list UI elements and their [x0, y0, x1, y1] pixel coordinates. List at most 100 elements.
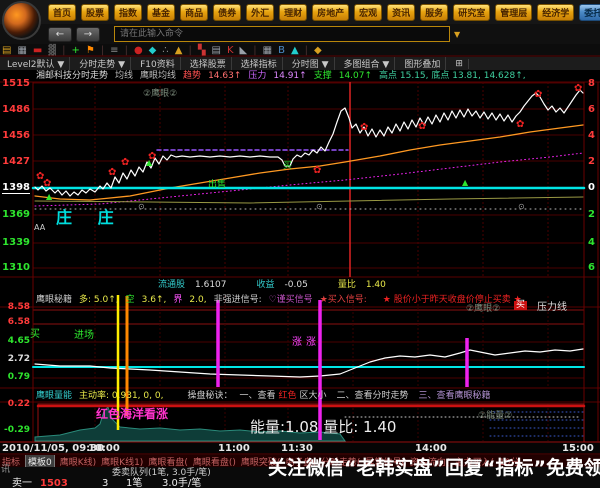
- panel2-axis-label: 6.58: [7, 317, 30, 327]
- board-icon[interactable]: B: [278, 45, 285, 56]
- rise-label: 涨: [292, 337, 302, 348]
- cross-icon[interactable]: +: [71, 45, 79, 56]
- text-segment: 界: [173, 295, 183, 305]
- kline-icon[interactable]: K: [227, 45, 234, 56]
- indicator-tab[interactable]: 鹰眼看盘(): [193, 455, 236, 468]
- forward-button[interactable]: →: [76, 26, 100, 42]
- text-segment: 量比: [337, 280, 356, 290]
- table-icon[interactable]: ▦: [263, 45, 272, 56]
- text-segment: 1.40: [365, 280, 386, 290]
- pointer-icon[interactable]: ◣: [240, 45, 248, 56]
- grid-icon[interactable]: ▤: [2, 45, 11, 56]
- sell-flower-marker: ✿: [418, 121, 427, 132]
- time-axis-label[interactable]: 11:00: [218, 444, 250, 454]
- pct-axis-label: 0: [588, 182, 595, 193]
- signal-dot-icon[interactable]: ●: [134, 45, 143, 56]
- top-menu-button[interactable]: 管理层: [495, 3, 533, 21]
- ask1-label: 卖一: [12, 478, 32, 488]
- alert-icon[interactable]: ▲: [175, 45, 183, 56]
- back-button[interactable]: ←: [48, 26, 72, 42]
- sidebar-news-tab[interactable]: 讯: [1, 466, 10, 475]
- time-axis-label[interactable]: 15:00: [562, 444, 594, 454]
- top-menu-bar: 首页 股票 指数 基金 商品 债券 外汇 理财 房地产 宏观 资讯 服务 研究室 管理层 经济学 委托: [0, 0, 600, 24]
- image-icon[interactable]: ▦: [17, 45, 26, 56]
- sell-flower-marker: ✿: [574, 83, 583, 94]
- panel2-axis-label: 0.79: [7, 372, 30, 382]
- ask1-avg: 3.0手/笔: [162, 478, 202, 488]
- top-menu-button[interactable]: 基金: [147, 3, 176, 21]
- text-segment: 收益: [256, 280, 275, 290]
- circle-marker: ⊙: [138, 202, 145, 211]
- red-tag-icon[interactable]: ▬: [33, 45, 42, 56]
- menu-item[interactable]: 分时走势 ▼: [74, 57, 132, 70]
- sell-text-marker: 出售: [208, 180, 227, 190]
- text-segment: 鹰眼秘籍: [36, 295, 73, 305]
- flag-icon[interactable]: ⚑: [86, 45, 95, 56]
- top-menu-button[interactable]: 首页: [48, 3, 77, 21]
- top-menu-button[interactable]: 股票: [81, 3, 110, 21]
- time-axis-label[interactable]: 10:00: [88, 444, 120, 454]
- indicator-tab[interactable]: 模板0: [25, 455, 55, 467]
- text-segment: 2.0,: [189, 295, 207, 305]
- top-menu-button[interactable]: 资讯: [387, 3, 416, 21]
- text-segment: 均线: [115, 71, 134, 81]
- text-segment: 14.91↑: [273, 71, 307, 81]
- price-axis-label: 1310: [2, 262, 30, 273]
- separator: |: [253, 45, 257, 56]
- top-menu-button[interactable]: 理财: [279, 3, 308, 21]
- top-menu-button[interactable]: 服务: [420, 3, 449, 21]
- buy-badge[interactable]: 买: [514, 301, 528, 310]
- top-menu-button[interactable]: 宏观: [354, 3, 383, 21]
- top-menu-button[interactable]: 研究室: [453, 3, 491, 21]
- sell-flower-marker: ✿: [313, 165, 322, 176]
- time-axis-label[interactable]: 11:30: [281, 444, 313, 454]
- text-segment: 区大小: [299, 391, 327, 401]
- menu-item[interactable]: 图形叠加: [399, 57, 447, 70]
- text-segment: 多: 5.0↑,: [79, 295, 119, 305]
- menu-item[interactable]: 选择股票: [185, 57, 232, 70]
- panel2-buy-label: 买: [30, 329, 40, 340]
- dots-icon[interactable]: ∴: [162, 45, 168, 56]
- menu-item[interactable]: ⊞: [450, 58, 469, 69]
- text-segment: 红色: [278, 391, 297, 401]
- text-segment: 鹰眼均线: [140, 71, 177, 81]
- blocks-icon[interactable]: ▚: [198, 45, 206, 56]
- app-logo[interactable]: [2, 1, 41, 40]
- text-segment: 主动率: 0.931, 0, 0,: [79, 391, 164, 401]
- chart-background: [0, 70, 600, 443]
- top-menu-button[interactable]: 指数: [114, 3, 143, 21]
- indicator-tab[interactable]: 鹰眼K线): [60, 455, 96, 468]
- buy-arrow-marker: ▲: [462, 178, 469, 187]
- sell-flower-marker: ✿: [108, 167, 117, 178]
- lines-icon[interactable]: ≡: [110, 45, 118, 56]
- text-segment: 鹰眼量能: [36, 391, 73, 401]
- text-segment: 14.63↑: [208, 71, 242, 81]
- time-axis-label[interactable]: 14:00: [415, 444, 447, 454]
- menu-item[interactable]: 分时图 ▼: [287, 57, 335, 70]
- menu-item[interactable]: 多图组合 ▼: [339, 57, 396, 70]
- stats-strip: 流通股 1.6107 收益 -0.05 量比 1.40: [158, 280, 393, 291]
- panel-icon[interactable]: ▤: [212, 45, 221, 56]
- text-segment: -0.05: [284, 280, 308, 290]
- command-input[interactable]: [114, 26, 450, 42]
- indicator-tab[interactable]: 鹰眼看盘(: [148, 455, 188, 468]
- gold-diamond-icon[interactable]: ◆: [314, 45, 322, 56]
- energy-watermark: ②能量②: [478, 411, 513, 421]
- top-menu-button[interactable]: 委托: [579, 3, 600, 21]
- buy-arrow-marker: ▲: [146, 158, 153, 167]
- menu-item[interactable]: F10资料: [135, 57, 181, 70]
- chart-icon[interactable]: ▲: [291, 45, 299, 56]
- diamond-icon[interactable]: ◆: [149, 45, 157, 56]
- top-menu-button[interactable]: 房地产: [312, 3, 350, 21]
- hawkeye-watermark: ②鹰眼②: [466, 304, 501, 314]
- top-menu-button[interactable]: 商品: [180, 3, 209, 21]
- top-menu-button[interactable]: 外汇: [246, 3, 275, 21]
- dim-panel-icon[interactable]: ▓: [48, 45, 56, 56]
- command-dropdown-caret[interactable]: ▼: [454, 30, 460, 39]
- top-menu-button[interactable]: 经济学: [537, 3, 575, 21]
- top-menu-button[interactable]: 债券: [213, 3, 242, 21]
- menu-item[interactable]: Level2默认 ▼: [2, 57, 71, 70]
- price-axis-label: 1339: [2, 237, 30, 248]
- menu-item[interactable]: 选择指标: [236, 57, 283, 70]
- indicator-tab[interactable]: 鹰眼K线1): [101, 455, 143, 468]
